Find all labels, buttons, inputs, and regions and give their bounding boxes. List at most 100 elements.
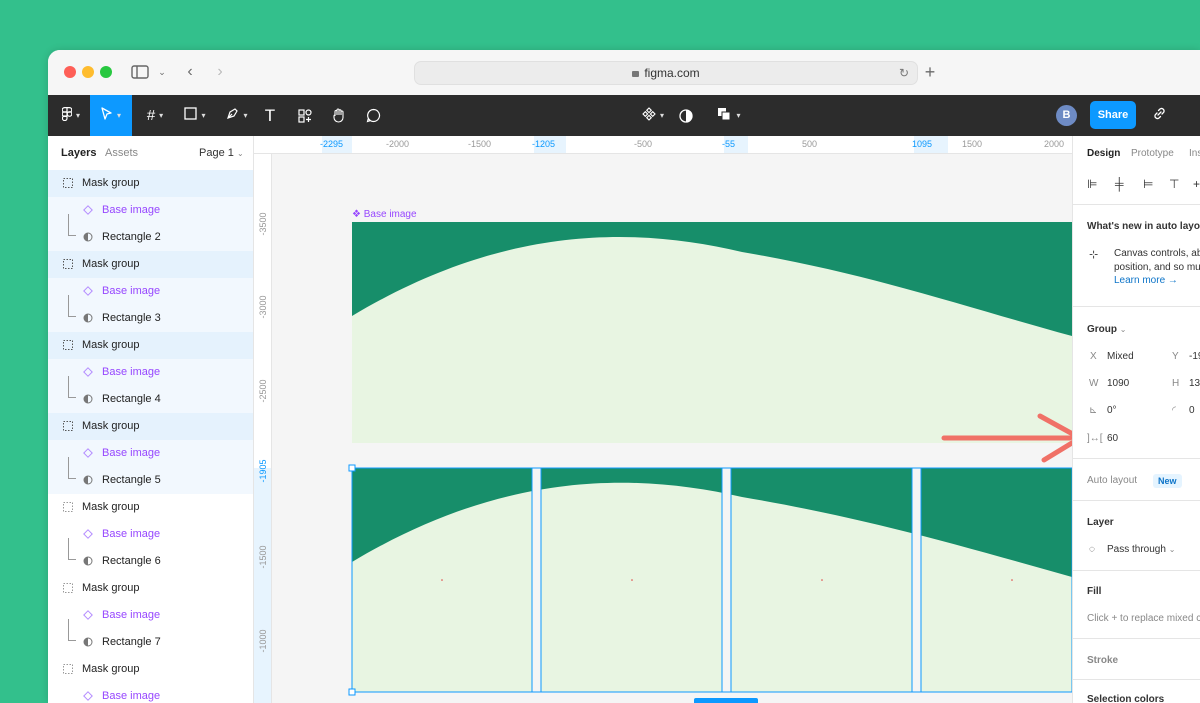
main-menu-button[interactable]: ▾ (54, 95, 88, 136)
frame-tool-button[interactable]: # ▾ (138, 95, 172, 136)
new-tab-icon[interactable]: + (920, 61, 940, 83)
x-input[interactable]: Mixed (1107, 351, 1134, 362)
spacing-icon: ]↔[ (1087, 433, 1103, 444)
link-icon[interactable] (1152, 106, 1167, 124)
y-input[interactable]: -19 (1189, 351, 1200, 362)
section-divider (1073, 306, 1200, 307)
layer-name: Base image (102, 366, 161, 378)
corner-radius-input[interactable]: 0 (1189, 405, 1195, 416)
align-left-icon[interactable]: ⊫ (1087, 177, 1097, 191)
layer-row[interactable]: Rectangle 4 (48, 376, 253, 413)
avatar[interactable]: B (1056, 105, 1077, 126)
layer-row[interactable]: Rectangle 2 (48, 214, 253, 251)
pen-icon (226, 107, 239, 124)
layer-name: Base image (102, 285, 161, 297)
move-tool-button[interactable]: ▾ (90, 95, 132, 136)
align-middle-vertical-icon[interactable]: + (1193, 177, 1200, 191)
ruler-tick-label: 1095 (912, 139, 933, 149)
browser-window: ⌄ ‹ › figma.com ↻ + ▾ ▾ # ▾ ▾ ▾ T ▾ ▾ B … (48, 50, 1200, 703)
mask-contrast-icon[interactable] (676, 95, 696, 136)
back-arrow-icon[interactable]: ‹ (182, 61, 198, 83)
shape-tool-button[interactable]: ▾ (178, 95, 212, 136)
align-top-icon[interactable]: ⊤ (1169, 177, 1179, 191)
layer-row[interactable]: Mask group (48, 656, 253, 683)
whats-new-line-2: position, and so mu (1114, 262, 1200, 273)
ruler-tick-label: -2000 (386, 139, 410, 149)
close-window-button[interactable] (64, 66, 76, 78)
stroke-section-title[interactable]: Stroke (1087, 655, 1118, 666)
ruler-tick-label: -2295 (320, 139, 344, 149)
share-button[interactable]: Share (1090, 101, 1136, 129)
blend-mode-select[interactable]: Pass through ⌄ (1107, 544, 1175, 555)
layer-row[interactable]: Base image (48, 602, 253, 629)
text-tool-icon[interactable]: T (260, 95, 280, 136)
spacing-input[interactable]: 60 (1107, 433, 1118, 444)
minimize-window-button[interactable] (82, 66, 94, 78)
boolean-tool-button[interactable]: ▾ (712, 95, 746, 136)
component-instance-icon (83, 367, 93, 377)
rotation-input[interactable]: 0° (1107, 405, 1117, 416)
layer-row[interactable]: Rectangle 5 (48, 457, 253, 494)
ruler-highlight (254, 468, 271, 703)
pen-tool-button[interactable]: ▾ (220, 95, 254, 136)
layer-row[interactable]: Mask group (48, 332, 253, 359)
auto-layout-label[interactable]: Auto layout (1087, 475, 1137, 486)
ruler-tick-label: -1500 (468, 139, 492, 149)
layer-row[interactable]: Mask group (48, 251, 253, 278)
tab-prototype[interactable]: Prototype (1131, 148, 1174, 159)
layer-row[interactable]: Mask group (48, 170, 253, 197)
comment-tool-icon[interactable] (362, 95, 384, 136)
address-bar[interactable]: figma.com ↻ (414, 61, 918, 85)
component-instance-icon (83, 286, 93, 296)
layer-row[interactable]: Rectangle 6 (48, 538, 253, 575)
layer-row[interactable]: Base image (48, 278, 253, 305)
tab-inspect[interactable]: Ins (1189, 148, 1200, 159)
x-label: X (1090, 351, 1097, 362)
layer-row[interactable]: Rectangle 3 (48, 295, 253, 332)
tab-assets[interactable]: Assets (105, 147, 138, 159)
rectangle-icon (184, 107, 198, 124)
layer-row[interactable]: Base image (48, 359, 253, 386)
group-section-title[interactable]: Group ⌄ (1087, 324, 1126, 335)
cursor-arrow-icon (101, 106, 113, 125)
w-input[interactable]: 1090 (1107, 378, 1129, 389)
chevron-down-icon[interactable]: ⌄ (156, 61, 168, 83)
hand-tool-icon[interactable] (328, 95, 350, 136)
page-selector[interactable]: Page 1 ⌄ (199, 147, 244, 159)
canvas[interactable]: ❖ Base image (272, 154, 1072, 703)
zoom-window-button[interactable] (100, 66, 112, 78)
component-instance-icon (83, 691, 93, 701)
group-dashed-icon (63, 259, 73, 269)
browser-chrome: ⌄ ‹ › figma.com ↻ + (48, 50, 1200, 95)
component-tool-button[interactable]: ▾ (636, 95, 670, 136)
layer-name: Mask group (82, 339, 140, 351)
resources-icon[interactable] (294, 95, 316, 136)
layer-row[interactable]: Mask group (48, 413, 253, 440)
layer-row[interactable]: Mask group (48, 575, 253, 602)
chevron-down-icon: ▾ (75, 111, 80, 120)
layer-row[interactable]: Mask group (48, 494, 253, 521)
sidebar-toggle-icon[interactable] (130, 61, 150, 83)
layer-row[interactable]: Base image (48, 521, 253, 548)
tab-layers[interactable]: Layers (61, 147, 96, 159)
section-divider (1073, 570, 1200, 571)
fill-section-title: Fill (1087, 586, 1102, 597)
align-center-horizontal-icon[interactable]: ╪ (1115, 177, 1124, 191)
layer-row[interactable]: Base image (48, 197, 253, 224)
reload-icon[interactable]: ↻ (899, 62, 909, 84)
forward-arrow-icon[interactable]: › (212, 61, 228, 83)
mask-group-selection[interactable] (348, 464, 1072, 703)
layer-row[interactable]: Base image (48, 683, 253, 703)
mask-icon (83, 556, 93, 566)
layer-row[interactable]: Base image (48, 440, 253, 467)
h-input[interactable]: 135 (1189, 378, 1200, 389)
layer-row[interactable]: Rectangle 7 (48, 619, 253, 656)
base-image-top[interactable] (352, 222, 1072, 443)
component-instance-icon (83, 205, 93, 215)
tab-design[interactable]: Design (1087, 148, 1120, 159)
tree-connector (68, 619, 76, 641)
whats-new-title: What's new in auto layout (1087, 221, 1200, 232)
chevron-down-icon: ▾ (201, 111, 206, 120)
learn-more-link[interactable]: Learn more → (1114, 275, 1178, 286)
align-right-icon[interactable]: ⊨ (1143, 177, 1153, 191)
